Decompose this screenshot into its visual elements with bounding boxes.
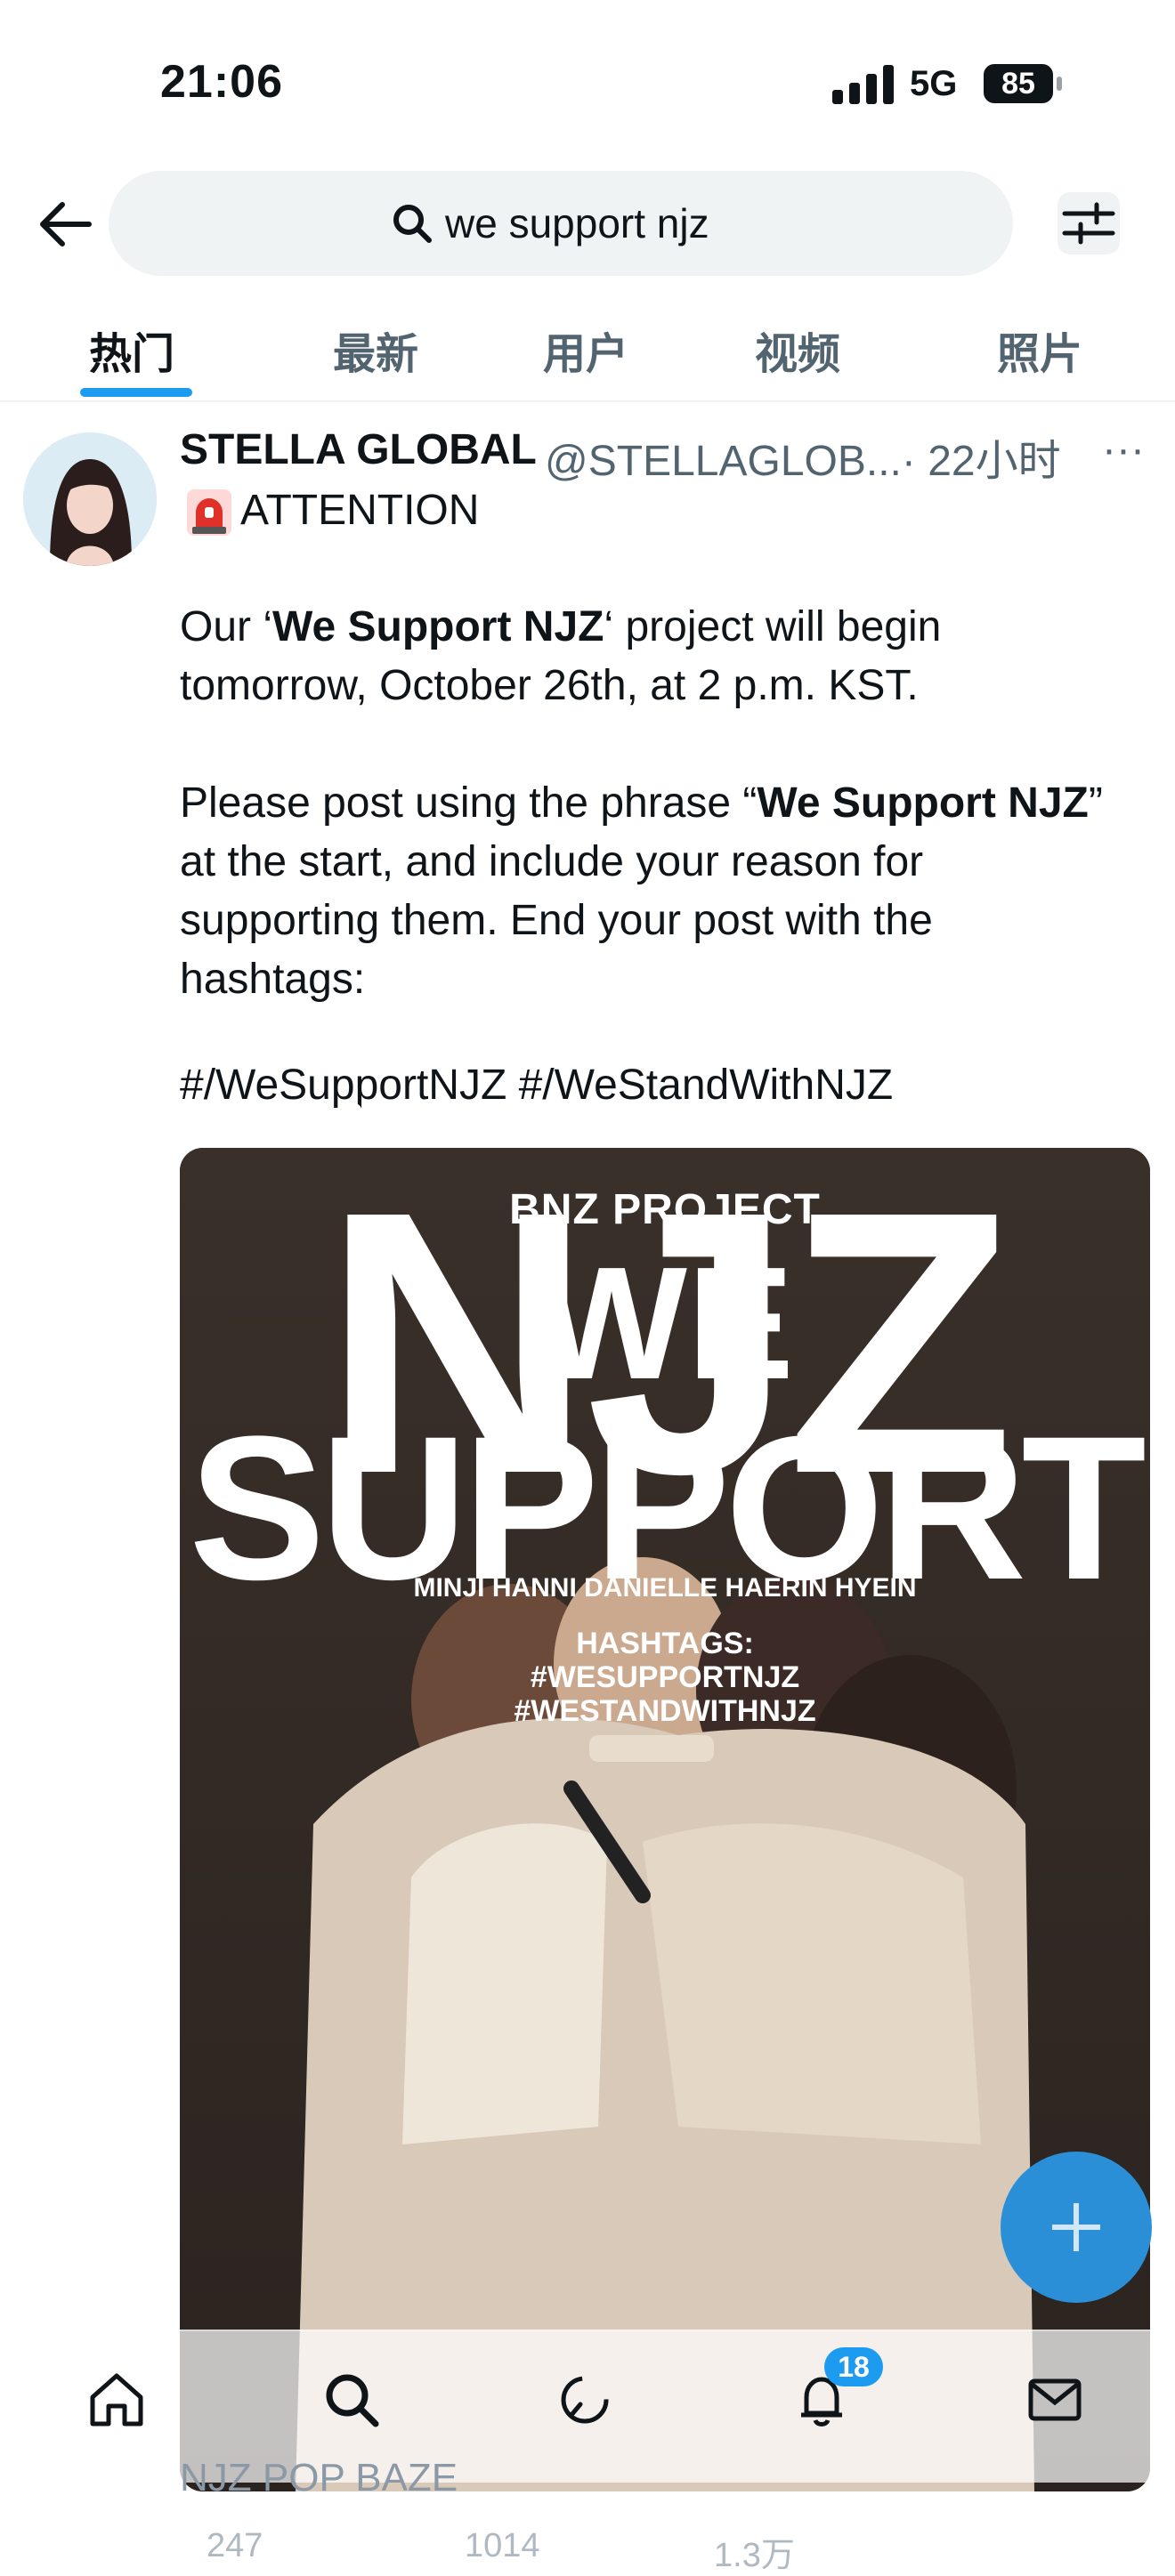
search-icon xyxy=(393,205,432,243)
filter-button[interactable] xyxy=(1058,192,1120,254)
mail-icon[interactable] xyxy=(1024,2369,1086,2431)
post-image[interactable]: BNZ PROJECT WE SUPPORT xyxy=(180,1148,1150,2491)
tab-photos[interactable]: 照片 xyxy=(997,319,1082,381)
status-bar: 21:06 5G 85 xyxy=(0,0,1175,160)
back-arrow-icon[interactable] xyxy=(36,198,94,251)
post-time: · 22小时 xyxy=(901,438,1061,485)
tab-latest[interactable]: 最新 xyxy=(333,319,418,381)
battery-level: 85 xyxy=(984,64,1053,103)
siren-icon xyxy=(187,489,231,536)
tab-top[interactable]: 热门 xyxy=(89,319,174,381)
reply-count[interactable]: 247 xyxy=(207,2527,263,2565)
active-tab-indicator xyxy=(80,388,192,397)
network-type: 5G xyxy=(910,64,958,103)
poster-we: WE xyxy=(536,1234,794,1413)
search-query: we support njz xyxy=(445,200,709,246)
tab-people[interactable]: 用户 xyxy=(543,319,628,381)
post-paragraph-1: Our ‘We Support NJZ‘ project will begin … xyxy=(180,603,942,709)
search-nav-icon[interactable] xyxy=(320,2369,383,2431)
status-time: 21:06 xyxy=(160,56,283,108)
next-post-author[interactable]: NJZ POP BAZE xyxy=(180,2456,458,2500)
bottom-navigation: 18 xyxy=(0,2330,1175,2483)
sliders-icon xyxy=(1062,202,1115,245)
tab-videos[interactable]: 视频 xyxy=(755,319,840,381)
search-input[interactable]: we support njz xyxy=(109,171,1013,276)
post[interactable]: STELLA GLOBAL @STELLAGLOB...· 22小时 ··· A… xyxy=(0,402,1175,2552)
signal-icon xyxy=(832,65,894,104)
spaces-icon[interactable] xyxy=(554,2369,616,2431)
avatar[interactable] xyxy=(23,432,157,566)
post-hashtags[interactable]: #/WeSupportNJZ #/WeStandWithNJZ xyxy=(180,1061,893,1110)
more-options-button[interactable]: ··· xyxy=(1102,425,1145,474)
author-name[interactable]: STELLA GLOBAL xyxy=(180,425,537,474)
author-handle[interactable]: @STELLAGLOB...· 22小时 xyxy=(545,425,1061,488)
poster-support: SUPPORT xyxy=(189,1393,1147,1622)
avatar-image xyxy=(23,432,157,566)
attention-text: ATTENTION xyxy=(240,487,480,534)
post-paragraph-2: Please post using the phrase “We Support… xyxy=(180,779,1103,1003)
like-count[interactable]: 1014 xyxy=(465,2527,540,2565)
battery-icon: 85 xyxy=(984,64,1064,103)
search-tabs: 热门 最新 用户 视频 照片 xyxy=(0,303,1175,402)
next-post-stats: 247 1014 1.3万 xyxy=(180,2527,1159,2574)
home-icon[interactable] xyxy=(85,2369,148,2431)
compose-button[interactable] xyxy=(1001,2152,1152,2303)
notifications-badge: 18 xyxy=(824,2347,883,2386)
post-body: Our ‘We Support NJZ‘ project will begin … xyxy=(180,598,1123,1068)
poster-project-title: BNZ PROJECT xyxy=(509,1186,821,1233)
